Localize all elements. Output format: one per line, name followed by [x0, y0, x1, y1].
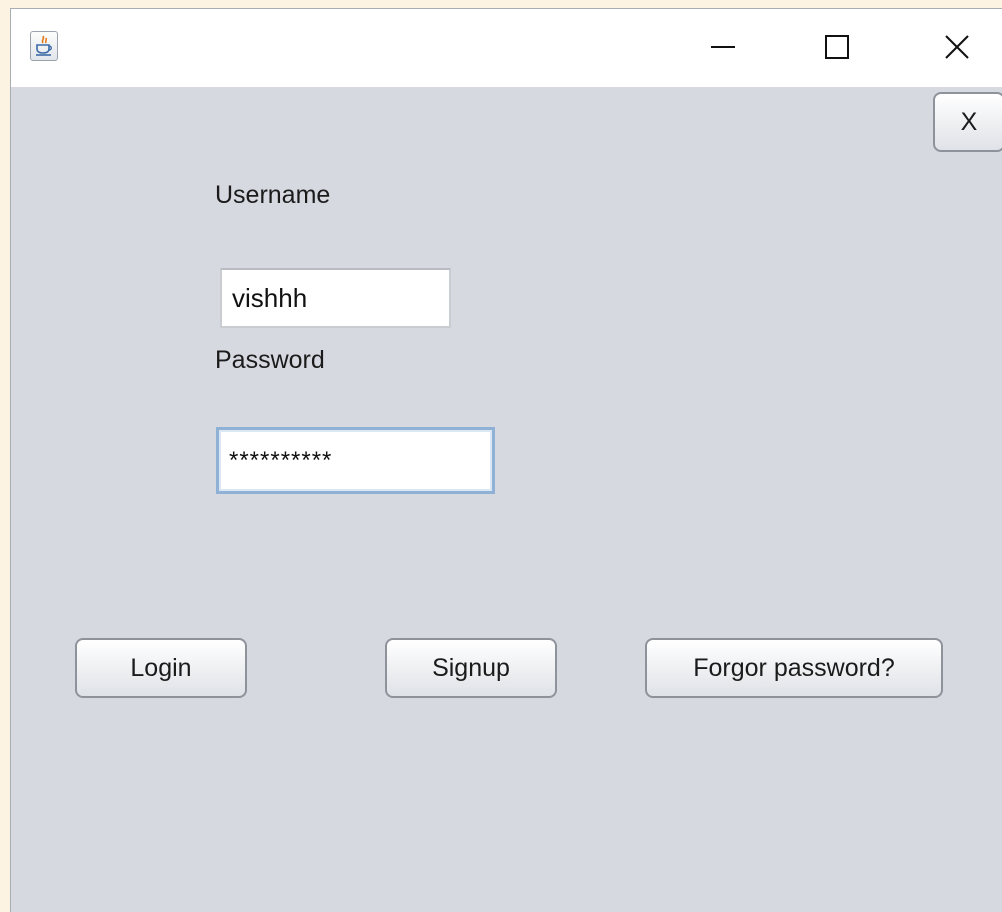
password-field[interactable]: [216, 427, 495, 494]
signup-button[interactable]: Signup: [385, 638, 557, 698]
forgot-password-button[interactable]: Forgor password?: [645, 638, 943, 698]
maximize-icon: [825, 35, 849, 59]
minimize-button[interactable]: [698, 27, 748, 67]
title-bar: [11, 9, 1002, 87]
java-icon[interactable]: [30, 31, 58, 61]
maximize-button[interactable]: [812, 27, 862, 67]
close-icon: [945, 35, 969, 59]
username-field[interactable]: [220, 268, 451, 328]
password-label: Password: [215, 346, 325, 374]
exit-button[interactable]: X: [933, 92, 1002, 152]
login-panel: X Username Password Login Signup Forgor …: [11, 87, 1002, 912]
username-label: Username: [215, 181, 331, 209]
minimize-icon: [711, 46, 735, 48]
app-window: X Username Password Login Signup Forgor …: [10, 8, 1002, 912]
close-window-button[interactable]: [932, 27, 982, 67]
login-button[interactable]: Login: [75, 638, 247, 698]
